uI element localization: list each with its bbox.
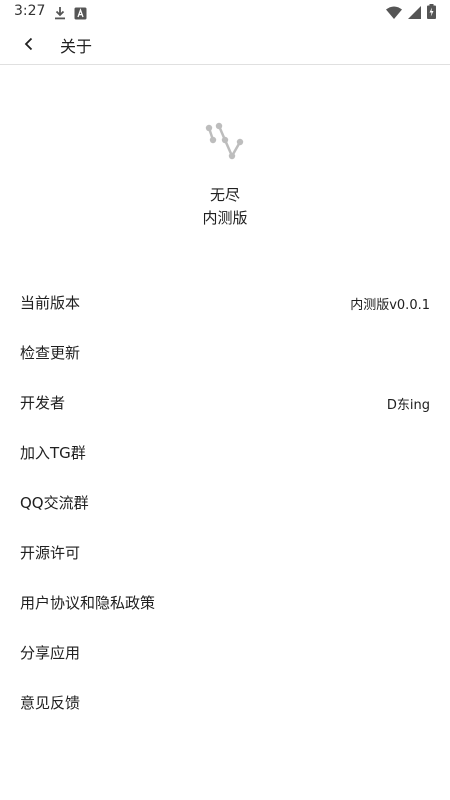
- list-item-label: 意见反馈: [20, 694, 81, 712]
- app-edition: 内测版: [202, 209, 248, 227]
- list-item-feedback[interactable]: 意见反馈: [0, 678, 450, 728]
- text-icon: [74, 5, 87, 24]
- status-time: 3:27: [14, 3, 46, 19]
- status-right-icons: [386, 4, 436, 23]
- list-item-label: 用户协议和隐私政策: [20, 594, 156, 612]
- chevron-left-icon: [23, 36, 35, 55]
- signal-icon: [408, 4, 421, 23]
- list-item-label: 检查更新: [20, 344, 81, 362]
- page-title: 关于: [60, 37, 93, 56]
- list-item-label: 分享应用: [20, 644, 81, 662]
- list-item-developer[interactable]: 开发者 D东ing: [0, 378, 450, 428]
- list-item-label: QQ交流群: [20, 494, 89, 512]
- list-item-label: 开发者: [20, 394, 66, 412]
- list-item-value: 内测版v0.0.1: [350, 298, 430, 313]
- battery-icon: [427, 4, 436, 23]
- download-icon: [54, 5, 66, 24]
- list-item-label: 开源许可: [20, 544, 81, 562]
- list-item-qq-group[interactable]: QQ交流群: [0, 478, 450, 528]
- status-left-icons: [54, 5, 87, 24]
- status-bar: 3:27: [0, 0, 450, 24]
- list-item-share-app[interactable]: 分享应用: [0, 628, 450, 678]
- list-item-check-update[interactable]: 检查更新: [0, 328, 450, 378]
- list-item-label: 当前版本: [20, 294, 81, 312]
- list-item-current-version[interactable]: 当前版本 内测版v0.0.1: [0, 278, 450, 328]
- back-button[interactable]: [14, 30, 44, 60]
- list-item-value: D东ing: [386, 398, 430, 413]
- list-item-user-agreement[interactable]: 用户协议和隐私政策: [0, 578, 450, 628]
- list-item-label: 加入TG群: [20, 444, 86, 462]
- about-list: 当前版本 内测版v0.0.1 检查更新 开发者 D东ing 加入TG群 QQ交流…: [0, 278, 450, 728]
- app-name: 无尽: [209, 186, 240, 204]
- toolbar: 关于: [0, 24, 450, 65]
- list-item-open-source-license[interactable]: 开源许可: [0, 528, 450, 578]
- app-logo-icon: [199, 120, 251, 172]
- wifi-icon: [386, 4, 402, 23]
- list-item-join-tg[interactable]: 加入TG群: [0, 428, 450, 478]
